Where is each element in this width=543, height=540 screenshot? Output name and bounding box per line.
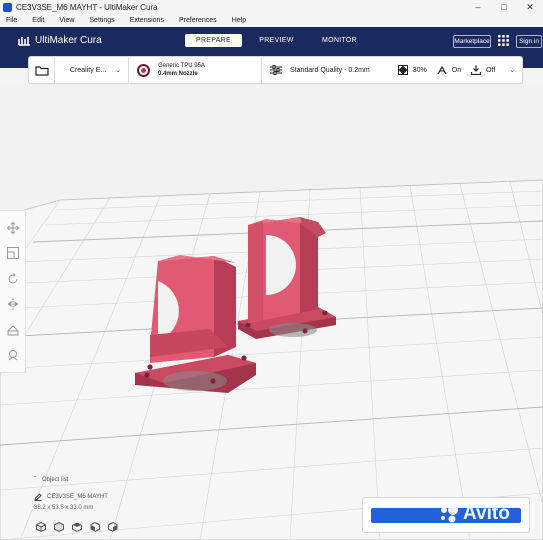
chevron-up-icon: ˆ xyxy=(34,477,36,483)
move-icon xyxy=(6,221,19,234)
object-list-toggle[interactable]: ˆ Object list xyxy=(34,474,108,486)
support-icon xyxy=(437,65,447,75)
sign-in-button[interactable]: Sign in xyxy=(516,35,542,48)
material-selector[interactable]: Generic TPU 95A 0.4mm Nozzle xyxy=(129,57,262,83)
mirror-tool-button[interactable] xyxy=(6,297,20,311)
open-file-button[interactable] xyxy=(29,57,55,83)
avito-watermark: Avito xyxy=(438,503,510,525)
scale-icon xyxy=(6,247,19,260)
menu-edit[interactable]: Edit xyxy=(32,17,44,24)
app-logo-text: UltiMaker Cura xyxy=(35,35,102,46)
menu-view[interactable]: View xyxy=(59,17,74,24)
printer-selector[interactable]: Creality E... ⌄ xyxy=(61,57,129,83)
window-titlebar: CE3V3SE_M6 MAYHT - UltiMaker Cura – □ ✕ xyxy=(0,0,543,14)
menu-settings[interactable]: Settings xyxy=(89,17,114,24)
pencil-icon[interactable] xyxy=(34,493,42,501)
menu-preferences[interactable]: Preferences xyxy=(179,17,217,24)
material-color-icon xyxy=(137,63,150,77)
menu-file[interactable]: File xyxy=(6,17,17,24)
adhesion-value: Off xyxy=(486,66,496,74)
infill-icon xyxy=(397,65,408,75)
marketplace-button[interactable]: Marketplace xyxy=(453,35,491,48)
maximize-button[interactable]: □ xyxy=(491,0,517,14)
minimize-button[interactable]: – xyxy=(465,0,491,14)
menu-bar: File Edit View Settings Extensions Prefe… xyxy=(0,14,543,27)
tab-monitor[interactable]: MONITOR xyxy=(311,34,368,47)
window-title: CE3V3SE_M6 MAYHT - UltiMaker Cura xyxy=(16,2,158,12)
move-tool-button[interactable] xyxy=(6,221,20,235)
front-view-icon[interactable] xyxy=(54,522,64,532)
top-view-icon[interactable] xyxy=(72,522,82,532)
object-list-label: Object list xyxy=(42,477,69,483)
object-dimensions: 38.2 x 53.5 x 33.0 mm xyxy=(34,505,94,511)
support-blocker-icon xyxy=(8,350,17,361)
object-name: CE3V3SE_M6 MAYHT xyxy=(47,494,108,500)
scale-tool-button[interactable] xyxy=(6,246,20,260)
folder-icon xyxy=(34,65,49,76)
support-value: On xyxy=(451,66,462,74)
print-setup-toolbar: Creality E... ⌄ Generic TPU 95A 0.4mm No… xyxy=(28,56,523,84)
print-settings-selector[interactable]: Standard Quality - 0.2mm 30% On Off ⌄ xyxy=(262,57,522,83)
object-info-panel: ˆ Object list CE3V3SE_M6 MAYHT 38.2 x 53… xyxy=(34,474,108,511)
rotate-tool-button[interactable] xyxy=(6,272,20,286)
left-view-icon[interactable] xyxy=(90,522,100,532)
menu-extensions[interactable]: Extensions xyxy=(130,17,164,24)
app-logo: UltiMaker Cura xyxy=(18,35,102,46)
per-model-settings-icon xyxy=(7,325,18,336)
camera-view-buttons xyxy=(36,522,118,532)
sliders-icon xyxy=(270,65,282,75)
rotate-icon xyxy=(8,272,17,284)
quality-profile: Standard Quality - 0.2mm xyxy=(290,66,370,74)
close-button[interactable]: ✕ xyxy=(517,0,543,14)
app-header: UltiMaker Cura PREPARE PREVIEW MONITOR M… xyxy=(0,27,543,56)
infill-value: 30% xyxy=(412,66,427,74)
per-model-settings-button[interactable] xyxy=(6,323,20,337)
menu-help[interactable]: Help xyxy=(232,17,246,24)
ultimaker-logo-icon xyxy=(18,36,30,46)
3d-view-icon[interactable] xyxy=(36,522,46,532)
right-view-icon[interactable] xyxy=(108,522,118,532)
avito-watermark-text: Avito xyxy=(463,503,510,524)
chevron-down-icon: ⌄ xyxy=(509,67,516,74)
tab-preview[interactable]: PREVIEW xyxy=(248,34,305,47)
cura-app-icon xyxy=(3,2,12,12)
tab-prepare[interactable]: PREPARE xyxy=(185,34,242,47)
transform-toolbar xyxy=(0,210,26,373)
mirror-icon xyxy=(7,298,18,310)
build-plate-viewport[interactable] xyxy=(0,85,543,540)
apps-grid-icon[interactable] xyxy=(498,35,509,46)
material-name: Generic TPU 95A xyxy=(158,63,205,69)
chevron-down-icon: ⌄ xyxy=(115,67,121,74)
printer-name: Creality E... xyxy=(70,66,107,74)
adhesion-icon xyxy=(471,65,482,75)
avito-logo-icon xyxy=(441,505,458,523)
support-blocker-button[interactable] xyxy=(6,348,20,362)
nozzle-size: 0.4mm Nozzle xyxy=(158,71,198,77)
